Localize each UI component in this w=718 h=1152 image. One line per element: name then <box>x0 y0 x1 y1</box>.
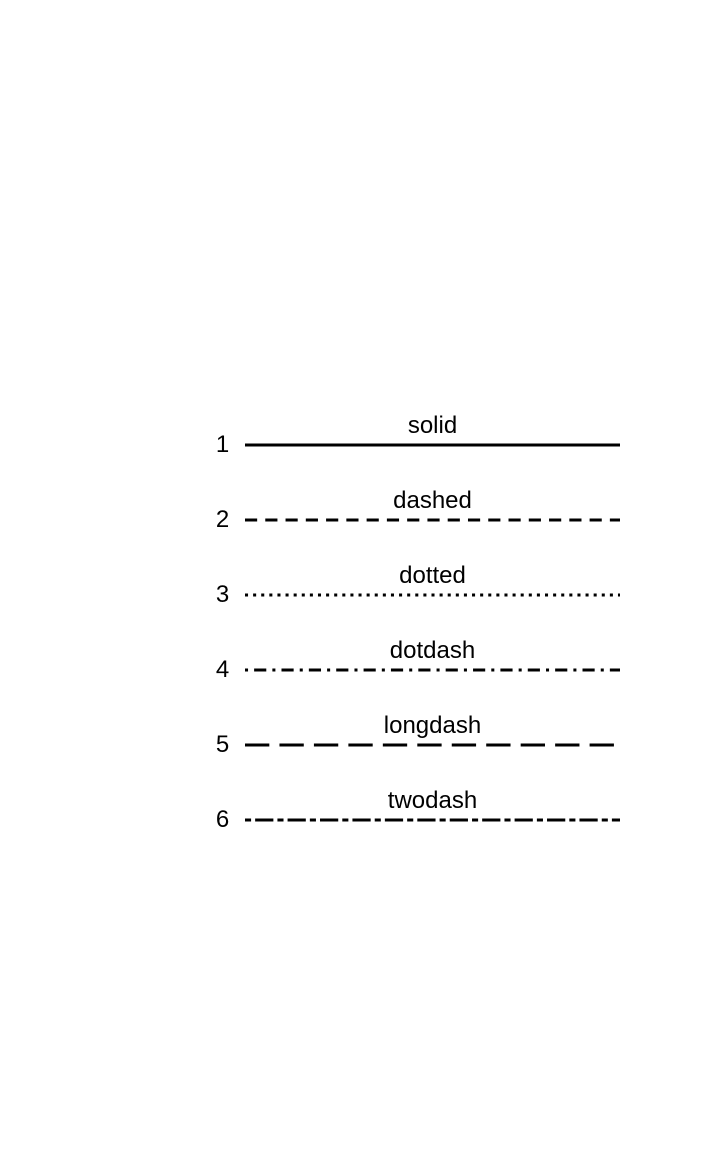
line-sample: longdash <box>245 730 620 760</box>
line-label: dotdash <box>245 637 620 665</box>
line-label: dotted <box>245 562 620 590</box>
line-sample: twodash <box>245 805 620 835</box>
dotted-line-icon <box>245 593 620 597</box>
line-sample: solid <box>245 430 620 460</box>
line-sample: dotdash <box>245 655 620 685</box>
solid-line-icon <box>245 443 620 447</box>
line-sample: dashed <box>245 505 620 535</box>
linetype-row: 2 dashed <box>200 505 620 535</box>
linetype-row: 1 solid <box>200 430 620 460</box>
line-label: twodash <box>245 787 620 815</box>
linetype-row: 6 twodash <box>200 805 620 835</box>
line-label: dashed <box>245 487 620 515</box>
dotdash-line-icon <box>245 668 620 672</box>
row-index: 3 <box>200 581 245 609</box>
linetype-row: 4 dotdash <box>200 655 620 685</box>
row-index: 1 <box>200 431 245 459</box>
line-label: longdash <box>245 712 620 740</box>
line-label: solid <box>245 412 620 440</box>
row-index: 6 <box>200 806 245 834</box>
row-index: 2 <box>200 506 245 534</box>
row-index: 5 <box>200 731 245 759</box>
twodash-line-icon <box>245 818 620 822</box>
dashed-line-icon <box>245 518 620 522</box>
linetype-row: 5 longdash <box>200 730 620 760</box>
linetype-legend: 1 solid 2 dashed 3 dotted 4 dotdash <box>200 430 620 880</box>
linetype-row: 3 dotted <box>200 580 620 610</box>
line-sample: dotted <box>245 580 620 610</box>
row-index: 4 <box>200 656 245 684</box>
longdash-line-icon <box>245 743 620 747</box>
